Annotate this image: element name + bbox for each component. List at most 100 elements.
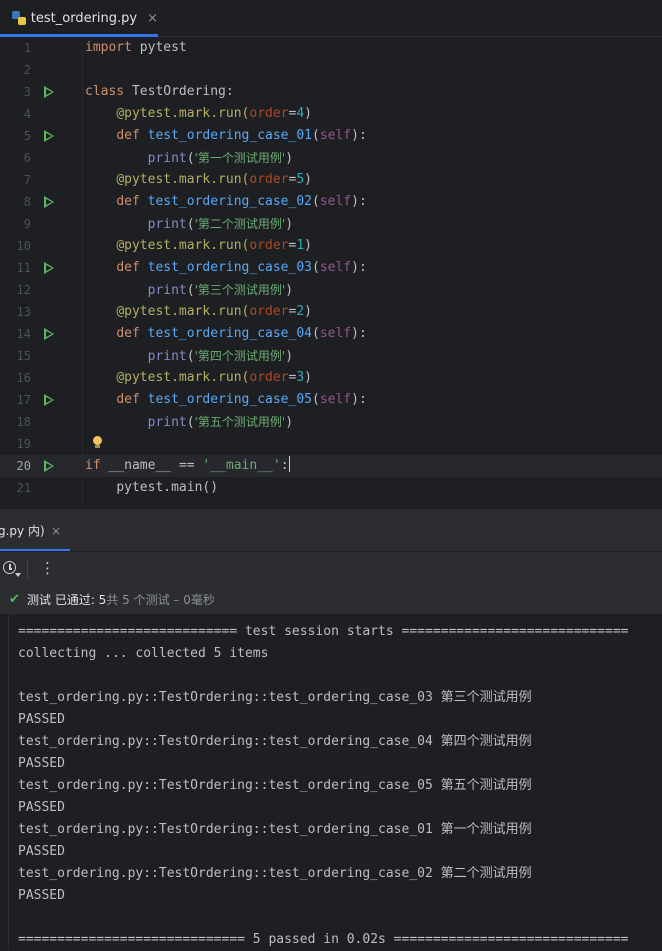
run-gutter-icon[interactable] (44, 394, 54, 406)
line-number: 10 (16, 239, 31, 253)
console-line: PASSED (18, 756, 65, 771)
code-text: pytest.main() (116, 480, 219, 495)
code-text: import pytest (85, 40, 187, 55)
test-status-bar: ✔ 测试 已通过: 5共 5 个测试 – 0毫秒 (0, 586, 662, 614)
run-gutter-icon[interactable] (44, 86, 54, 98)
code-text: print('第二个测试用例') (147, 217, 294, 232)
more-options-icon[interactable]: ⋮ (40, 558, 55, 578)
line-number: 5 (23, 129, 31, 143)
code-line[interactable]: 10 @pytest.mark.run(order=1) (0, 235, 662, 257)
console-line: test_ordering.py::TestOrdering::test_ord… (18, 734, 532, 749)
line-number: 12 (16, 283, 31, 297)
console-line: PASSED (18, 844, 65, 859)
console-line: ============================ test sessio… (18, 624, 629, 639)
code-text: def test_ordering_case_05(self): (116, 392, 367, 407)
run-toolbar: ⋮ (0, 551, 662, 586)
line-number: 4 (23, 107, 31, 121)
run-tab[interactable]: g.py 内) × (0, 509, 70, 552)
text-caret (288, 456, 290, 472)
run-gutter-icon[interactable] (44, 328, 54, 340)
code-line[interactable]: 2 (0, 59, 662, 81)
editor-tab-bar: test_ordering.py × (0, 0, 662, 37)
console-line: test_ordering.py::TestOrdering::test_ord… (18, 690, 532, 705)
line-number: 8 (23, 195, 31, 209)
line-number: 16 (16, 371, 31, 385)
code-line[interactable]: 18 print('第五个测试用例') (0, 411, 662, 433)
toolbar-divider (27, 559, 28, 579)
line-number: 17 (16, 393, 31, 407)
line-number: 15 (16, 349, 31, 363)
line-number: 20 (16, 459, 31, 473)
code-line[interactable]: 1 import pytest (0, 37, 662, 59)
run-gutter-icon[interactable] (44, 130, 54, 142)
line-number: 18 (16, 415, 31, 429)
tests-detail: 共 5 个测试 – 0毫秒 (106, 593, 215, 607)
check-icon: ✔ (9, 592, 20, 607)
code-line[interactable]: 3 class TestOrdering: (0, 81, 662, 103)
console-line: ============================= 5 passed i… (18, 932, 629, 947)
console-line: test_ordering.py::TestOrdering::test_ord… (18, 822, 532, 837)
line-number: 3 (23, 85, 31, 99)
code-text: @pytest.mark.run(order=1) (116, 238, 312, 253)
test-status-text: 测试 已通过: 5共 5 个测试 – 0毫秒 (27, 586, 215, 614)
line-number: 14 (16, 327, 31, 341)
code-line[interactable]: 16 @pytest.mark.run(order=3) (0, 367, 662, 389)
line-number: 1 (23, 41, 31, 55)
code-editor[interactable]: 1 import pytest 2 3 class TestOrdering: … (0, 37, 662, 507)
console-line: collecting ... collected 5 items (18, 646, 269, 661)
line-number: 2 (23, 63, 31, 77)
line-number: 19 (16, 437, 31, 451)
code-line[interactable]: 11 def test_ordering_case_03(self): (0, 257, 662, 279)
code-text: @pytest.mark.run(order=2) (116, 304, 312, 319)
code-text: print('第四个测试用例') (147, 349, 294, 364)
console-line: PASSED (18, 800, 65, 815)
line-number: 9 (23, 217, 31, 231)
code-line[interactable]: 14 def test_ordering_case_04(self): (0, 323, 662, 345)
code-text: print('第一个测试用例') (147, 151, 294, 166)
run-gutter-icon[interactable] (44, 262, 54, 274)
code-text: @pytest.mark.run(order=4) (116, 106, 312, 121)
line-number: 7 (23, 173, 31, 187)
code-text: @pytest.mark.run(order=5) (116, 172, 312, 187)
code-line[interactable]: 6 print('第一个测试用例') (0, 147, 662, 169)
editor-tab-label: test_ordering.py (30, 10, 138, 26)
console-output[interactable]: ============================ test sessio… (0, 614, 662, 950)
code-line[interactable]: 15 print('第四个测试用例') (0, 345, 662, 367)
code-line[interactable]: 8 def test_ordering_case_02(self): (0, 191, 662, 213)
code-text: def test_ordering_case_01(self): (116, 128, 367, 143)
code-text: def test_ordering_case_04(self): (116, 326, 367, 341)
console-line: PASSED (18, 712, 65, 727)
code-text: if __name__ == '__main__': (85, 456, 290, 473)
console-line: test_ordering.py::TestOrdering::test_ord… (18, 866, 532, 881)
code-text: def test_ordering_case_03(self): (116, 260, 367, 275)
close-icon[interactable]: × (147, 11, 158, 26)
code-line[interactable]: 12 print('第三个测试用例') (0, 279, 662, 301)
editor-tab-test-ordering[interactable]: test_ordering.py × (0, 0, 158, 37)
code-line[interactable]: 4 @pytest.mark.run(order=4) (0, 103, 662, 125)
code-text: print('第五个测试用例') (147, 415, 294, 430)
line-number: 21 (16, 481, 31, 495)
code-line[interactable]: 7 @pytest.mark.run(order=5) (0, 169, 662, 191)
code-text: print('第三个测试用例') (147, 283, 294, 298)
lightbulb-icon[interactable] (93, 436, 102, 448)
python-file-icon (12, 11, 26, 25)
run-tab-label: g.py 内) (0, 524, 45, 538)
console-line: PASSED (18, 888, 65, 903)
close-icon[interactable]: × (51, 524, 61, 538)
code-line[interactable]: 21 pytest.main() (0, 477, 662, 499)
run-gutter-icon[interactable] (44, 460, 54, 472)
tests-passed-label: 测试 已通过: 5 (27, 593, 107, 607)
code-line-current[interactable]: 20 if __name__ == '__main__': (0, 455, 662, 477)
code-text: @pytest.mark.run(order=3) (116, 370, 312, 385)
run-gutter-icon[interactable] (44, 196, 54, 208)
code-text: class TestOrdering: (85, 84, 234, 99)
run-tool-window-header: g.py 内) × (0, 508, 662, 552)
code-line[interactable]: 5 def test_ordering_case_01(self): (0, 125, 662, 147)
code-line[interactable]: 17 def test_ordering_case_05(self): (0, 389, 662, 411)
console-line: test_ordering.py::TestOrdering::test_ord… (18, 778, 532, 793)
chevron-down-icon[interactable] (15, 573, 21, 577)
code-line[interactable]: 13 @pytest.mark.run(order=2) (0, 301, 662, 323)
console-border (8, 614, 9, 950)
code-line[interactable]: 19 (0, 433, 662, 455)
code-line[interactable]: 9 print('第二个测试用例') (0, 213, 662, 235)
